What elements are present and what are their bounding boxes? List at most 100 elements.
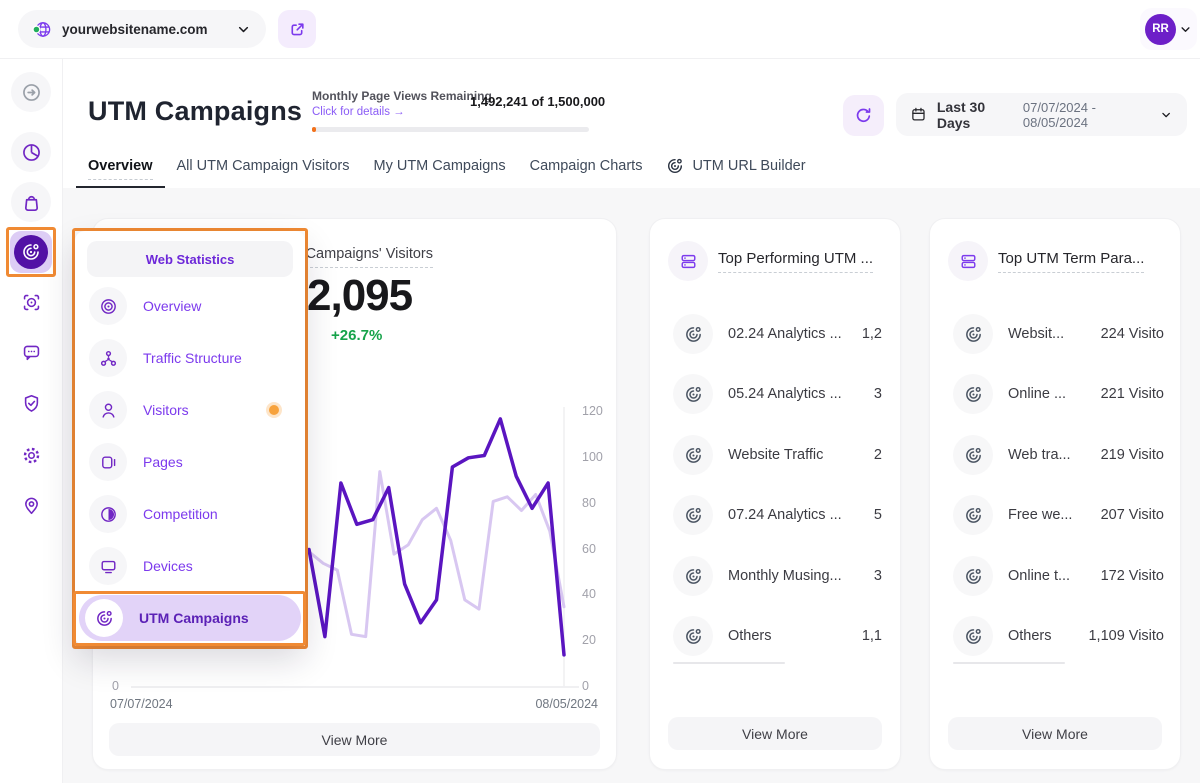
list-item[interactable]: Free we...207 Visito (930, 485, 1180, 545)
sidebar-item-web-statistics[interactable] (10, 231, 52, 273)
topbar: yourwebsitename.com RR (0, 0, 1200, 59)
shopping-bag-icon (21, 192, 42, 213)
list-item[interactable]: Website Traffic2 (650, 425, 900, 485)
tab-campaign-charts[interactable]: Campaign Charts (518, 156, 655, 188)
view-more-button[interactable]: View More (948, 717, 1162, 750)
external-link-icon (288, 20, 307, 39)
x-axis-end-label: 08/05/2024 (535, 697, 598, 711)
view-more-button[interactable]: View More (109, 723, 600, 756)
menu-item-pages[interactable]: Pages (83, 439, 297, 485)
utm-spiral-icon (673, 435, 713, 475)
quota-details-link[interactable]: Click for details → (312, 106, 405, 118)
sidebar-item-store[interactable] (11, 182, 51, 222)
refresh-icon (854, 106, 873, 125)
refresh-button[interactable] (843, 95, 884, 136)
chevron-down-icon (235, 21, 252, 38)
tab-my-utm-campaigns[interactable]: My UTM Campaigns (361, 156, 517, 188)
utm-spiral-icon (673, 495, 713, 535)
utm-spiral-icon (673, 616, 713, 656)
menu-item-traffic-structure[interactable]: Traffic Structure (83, 335, 297, 381)
devices-icon (89, 547, 127, 585)
competition-icon (89, 495, 127, 533)
pie-chart-icon (21, 142, 42, 163)
shield-check-icon (21, 393, 42, 414)
open-website-button[interactable] (278, 10, 316, 48)
tab-overview[interactable]: Overview (76, 156, 165, 188)
utm-spiral-icon (673, 314, 713, 354)
calendar-icon (910, 105, 927, 124)
tab-all-utm-campaign-visitors[interactable]: All UTM Campaign Visitors (165, 156, 362, 188)
list-item[interactable]: Online ...221 Visito (930, 364, 1180, 424)
quota-label: Monthly Page Views Remaining (312, 89, 492, 103)
utm-spiral-icon (953, 495, 993, 535)
list-item[interactable]: 02.24 Analytics ...1,2 (650, 304, 900, 364)
gear-icon (21, 445, 42, 466)
target-icon (89, 287, 127, 325)
sidebar-item-scan[interactable] (11, 282, 51, 322)
list-item[interactable]: Websit...224 Visito (930, 304, 1180, 364)
sidebar-item-messages[interactable] (11, 332, 51, 372)
date-range-label: Last 30 Days (937, 99, 1013, 131)
date-range-picker[interactable]: Last 30 Days 07/07/2024 - 08/05/2024 (896, 93, 1187, 136)
quota-progress-bar (312, 127, 589, 132)
y-axis-tick: 40 (582, 587, 596, 601)
top-utm-term-card: Top UTM Term Para... Websit...224 Visito… (929, 218, 1181, 770)
utm-spiral-icon (953, 374, 993, 414)
website-name: yourwebsitename.com (62, 22, 226, 37)
y-axis-tick: 0 (582, 679, 589, 693)
y-axis-tick: 20 (582, 633, 596, 647)
chat-icon (21, 342, 42, 363)
utm-spiral-icon (953, 556, 993, 596)
y-axis-tick: 100 (582, 450, 603, 464)
view-more-button[interactable]: View More (668, 717, 882, 750)
x-axis-start-label: 07/07/2024 (110, 697, 173, 711)
sidebar-item-dashboard[interactable] (11, 132, 51, 172)
tutorial-highlight-utm-item (73, 591, 306, 646)
list-item[interactable]: Others1,109 Visito (930, 606, 1180, 666)
list-divider (673, 662, 785, 664)
location-pin-icon (21, 495, 42, 516)
web-statistics-menu: Web Statistics Overview Traffic Structur… (75, 231, 305, 646)
y-axis-zero-left: 0 (112, 679, 119, 693)
list-item[interactable]: Web tra...219 Visito (930, 425, 1180, 485)
menu-item-visitors[interactable]: Visitors (83, 387, 297, 433)
app-window: yourwebsitename.com RR (0, 0, 1200, 783)
top-performing-utm-card: Top Performing UTM ... 02.24 Analytics .… (649, 218, 901, 770)
tab-utm-url-builder[interactable]: UTM URL Builder (654, 156, 817, 188)
y-axis-tick: 80 (582, 496, 596, 510)
tutorial-highlight-popup: Web Statistics Overview Traffic Structur… (72, 228, 308, 649)
quota-value: 1,492,241 of 1,500,000 (470, 94, 605, 109)
list-item[interactable]: Monthly Musing...3 (650, 546, 900, 606)
scan-circle-icon (21, 292, 42, 313)
list-item[interactable]: 05.24 Analytics ...3 (650, 364, 900, 424)
sidebar-rail (0, 58, 63, 783)
avatar: RR (1145, 14, 1176, 45)
menu-header: Web Statistics (87, 241, 293, 277)
tab-bar: Overview All UTM Campaign Visitors My UT… (76, 156, 818, 188)
visitors-icon (89, 391, 127, 429)
utm-spiral-icon (953, 435, 993, 475)
traffic-structure-icon (89, 339, 127, 377)
page-title: UTM Campaigns (88, 96, 302, 127)
arrow-circle-icon (21, 82, 42, 103)
menu-item-overview[interactable]: Overview (83, 283, 297, 329)
card-title: Top Performing UTM ... (718, 250, 873, 273)
sidebar-item-security[interactable] (11, 383, 51, 423)
quota-progress-fill (312, 127, 316, 132)
tutorial-highlight-sidebar (6, 227, 56, 277)
list-item[interactable]: 07.24 Analytics ...5 (650, 485, 900, 545)
sidebar-item-collapse[interactable] (11, 72, 51, 112)
date-range-value: 07/07/2024 - 08/05/2024 (1023, 100, 1149, 130)
sidebar-item-locations[interactable] (11, 485, 51, 525)
menu-item-devices[interactable]: Devices (83, 543, 297, 589)
visitors-delta: +26.7% (331, 327, 382, 344)
list-item[interactable]: Others1,1 (650, 606, 900, 666)
visitors-total: 2,095 (307, 271, 412, 321)
sidebar-item-settings[interactable] (11, 435, 51, 475)
menu-item-competition[interactable]: Competition (83, 491, 297, 537)
server-icon (948, 241, 988, 281)
orange-dot-badge (269, 405, 279, 415)
list-item[interactable]: Online t...172 Visito (930, 546, 1180, 606)
website-selector[interactable]: yourwebsitename.com (18, 10, 266, 48)
account-menu[interactable]: RR (1140, 8, 1197, 50)
